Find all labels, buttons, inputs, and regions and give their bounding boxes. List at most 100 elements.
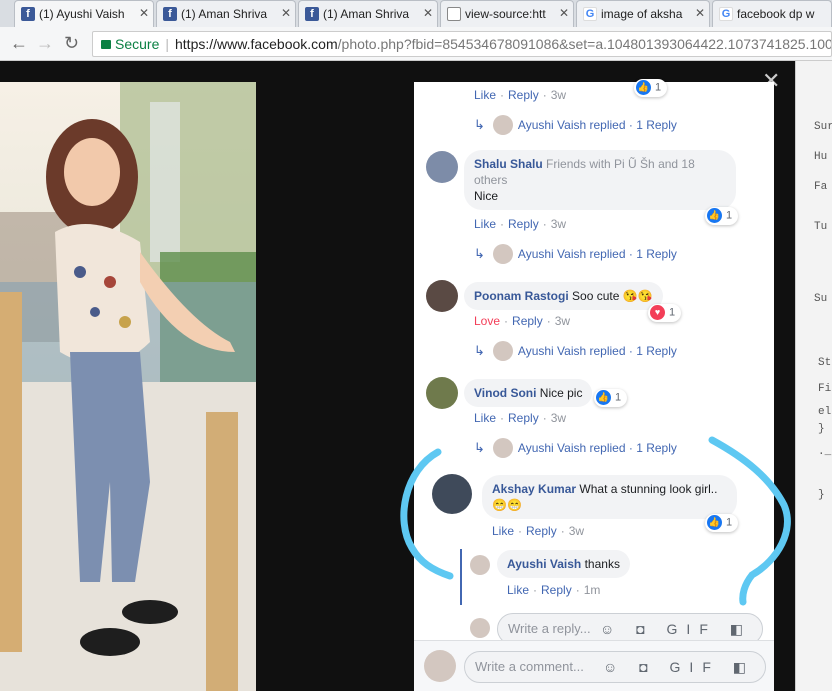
profile-photo[interactable] [0,82,256,691]
reaction-count-value: 1 [615,391,622,404]
avatar [492,341,513,361]
reply-bubble: Ayushi Vaish thanks [497,550,630,578]
commenter-name[interactable]: Poonam Rastogi [474,289,569,303]
devtools-text: Su [814,293,828,305]
comment-input-placeholder: Write a comment... [475,659,584,674]
devtools-text: ._6 [818,446,832,458]
facebook-favicon-icon: f [305,7,319,21]
reply-link[interactable]: Reply [508,217,539,231]
reaction-count[interactable]: ♥ 1 [648,304,682,322]
address-bar[interactable]: Secure | https://www.facebook.com/photo.ph… [92,31,832,57]
comment-time: 3w [550,88,567,102]
devtools-text: } [818,423,825,435]
replies-link[interactable]: ↳ Ayushi Vaish replied · 1 Reply [474,115,677,136]
avatar [492,438,513,458]
lock-icon [101,40,111,49]
comment-time: 3w [568,524,585,538]
comment-actions: Like · Reply · 3w [474,411,567,425]
devtools-panel: Sur Hu Fa Tu Su St Fil ele } ._6 } [795,61,832,691]
avatar [492,244,513,264]
close-tab-icon[interactable]: ✕ [139,6,149,20]
reply-thread-line [460,549,462,605]
replied-count: 1 Reply [636,118,677,133]
love-link[interactable]: Love [474,314,500,328]
comment-bubble: Vinod Soni Nice pic [464,379,593,407]
replies-link[interactable]: ↳ Ayushi Vaish replied · 1 Reply [474,438,677,459]
devtools-text[interactable]: St [818,357,831,369]
like-link[interactable]: Like [492,524,514,538]
reply-arrow-icon: ↳ [474,440,485,456]
browser-tab[interactable]: f (1) Ayushi Vaish ✕ [14,0,154,27]
devtools-text: ele [818,406,832,418]
devtools-text: Hu [814,151,828,163]
like-link[interactable]: Like [474,88,496,102]
tab-title: image of aksha [601,7,683,21]
reaction-count-value: 1 [655,81,662,94]
reply-link[interactable]: Reply [541,583,572,597]
reply-link[interactable]: Reply [512,314,543,328]
reply-arrow-icon: ↳ [474,117,485,133]
like-link[interactable]: Like [507,583,529,597]
replies-link[interactable]: ↳ Ayushi Vaish replied · 1 Reply [474,244,677,265]
replied-count: 1 Reply [636,344,677,359]
comment-time: 3w [550,217,567,231]
reply-link[interactable]: Reply [508,88,539,102]
close-tab-icon[interactable]: ✕ [281,6,291,20]
reply-link[interactable]: Reply [508,411,539,425]
browser-tab[interactable]: G image of aksha ✕ [576,0,710,27]
comment-actions: Like · Reply · 3w [474,88,567,102]
comment-actions: Love · Reply · 3w [474,314,571,328]
comment-time: 3w [554,314,571,328]
commenter-name[interactable]: Shalu Shalu [474,157,543,171]
comment-bubble: Akshay Kumar What a stunning look girl..… [482,475,737,519]
avatar[interactable] [426,151,458,183]
tab-title: facebook dp w [737,7,815,21]
devtools-text: Fa [814,181,828,193]
google-favicon-icon: G [583,7,597,21]
reaction-count[interactable]: 👍 1 [705,514,739,532]
reply-actions: Like · Reply · 1m [507,583,601,597]
browser-tab-strip: f (1) Ayushi Vaish ✕ f (1) Aman Shriva ✕… [0,0,832,27]
browser-tab[interactable]: f (1) Aman Shriva ✕ [298,0,438,27]
browser-tab[interactable]: f (1) Aman Shriva ✕ [156,0,296,27]
commenter-name[interactable]: Akshay Kumar [492,482,576,496]
browser-tab[interactable]: view-source:htt ✕ [440,0,574,27]
comment-input[interactable]: Write a comment... ☺ ◘ GIF ◧ [464,651,766,683]
close-tab-icon[interactable]: ✕ [423,6,433,20]
reaction-count[interactable]: 👍 1 [634,79,668,97]
avatar[interactable] [426,377,458,409]
replied-count: 1 Reply [636,441,677,456]
like-link[interactable]: Like [474,411,496,425]
reload-icon[interactable]: ↻ [64,33,79,54]
tab-title: (1) Aman Shriva [181,7,268,21]
browser-tab[interactable]: G facebook dp w [712,0,832,27]
commenter-name[interactable]: Vinod Soni [474,386,536,400]
reply-text: thanks [584,557,620,571]
avatar[interactable] [470,555,490,575]
like-link[interactable]: Like [474,217,496,231]
avatar[interactable] [432,474,472,514]
close-tab-icon[interactable]: ✕ [559,6,569,20]
reply-arrow-icon: ↳ [474,246,485,262]
input-icons[interactable]: ☺ ◘ GIF ◧ [603,652,755,682]
comment-bubble: Shalu Shalu Friends with Pi Ũ Šh and 18 … [464,150,736,210]
close-tab-icon[interactable]: ✕ [695,6,705,20]
avatar [470,618,490,638]
back-arrow-icon[interactable]: ← [10,33,28,54]
forward-arrow-icon[interactable]: → [36,33,54,54]
devtools-text[interactable]: Fil [818,383,832,395]
comment-text: Nice [474,189,499,203]
comment-time: 3w [550,411,567,425]
avatar[interactable] [426,280,458,312]
like-reaction-icon: 👍 [707,208,722,223]
replied-label: Ayushi Vaish replied [517,247,626,262]
reaction-count-value: 1 [726,516,733,529]
replier-name[interactable]: Ayushi Vaish [507,557,581,571]
replies-link[interactable]: ↳ Ayushi Vaish replied · 1 Reply [474,341,677,362]
comment-actions: Like · Reply · 3w [474,217,567,231]
reply-link[interactable]: Reply [526,524,557,538]
reaction-count[interactable]: 👍 1 [594,389,628,407]
reaction-count-value: 1 [726,209,733,222]
devtools-text: Sur [814,121,832,133]
reaction-count[interactable]: 👍 1 [705,207,739,225]
